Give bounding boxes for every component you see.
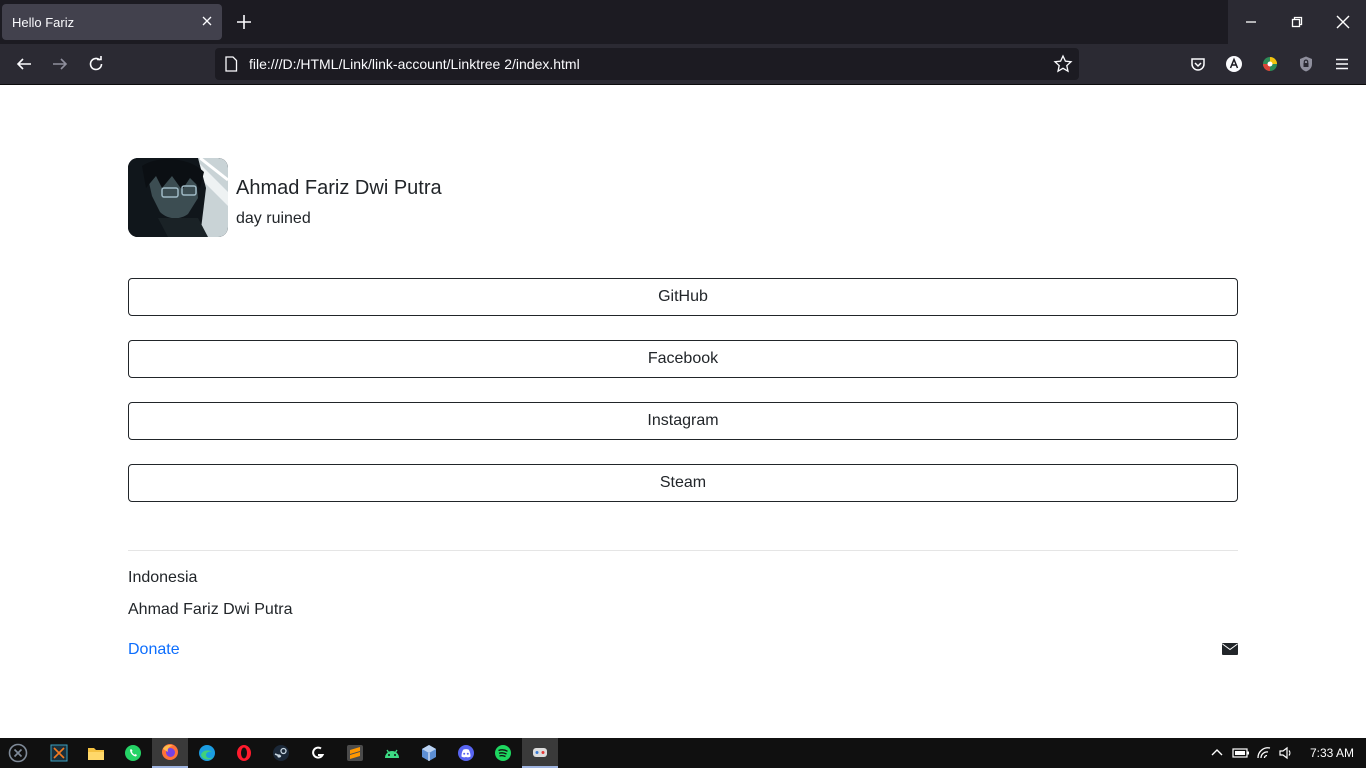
logitech-icon <box>312 746 325 759</box>
footer-author: Ahmad Fariz Dwi Putra <box>128 601 293 618</box>
minimize-button[interactable] <box>1228 0 1274 44</box>
account-avatar-icon <box>1226 56 1242 72</box>
reload-button[interactable] <box>86 54 106 74</box>
pocket-icon <box>1191 58 1205 71</box>
hamburger-menu-icon <box>1336 58 1348 70</box>
taskbar-android-studio[interactable] <box>374 738 410 768</box>
taskbar-discord[interactable] <box>448 738 484 768</box>
discord-icon <box>458 745 474 761</box>
virtualbox-icon <box>422 745 436 761</box>
taskbar-opera-gx[interactable] <box>226 738 262 768</box>
footer-country: Indonesia <box>128 569 198 586</box>
system-tray <box>1210 738 1294 768</box>
profile-name: Ahmad Fariz Dwi Putra <box>236 177 442 199</box>
taskbar-logitech[interactable] <box>300 738 336 768</box>
bookmark-star-icon[interactable] <box>1053 54 1073 74</box>
account-button[interactable] <box>1224 54 1244 74</box>
tab-title: Hello Fariz <box>12 15 75 30</box>
close-window-button[interactable] <box>1320 0 1366 44</box>
taskbar-spotify[interactable] <box>485 738 521 768</box>
edge-icon <box>199 745 215 761</box>
forward-button[interactable] <box>50 54 70 74</box>
battery-icon[interactable] <box>1232 746 1250 760</box>
file-explorer-icon <box>88 748 104 760</box>
restore-icon <box>1291 16 1303 28</box>
privacy-button[interactable] <box>1296 54 1316 74</box>
taskbar-xampp[interactable] <box>41 738 77 768</box>
volume-icon[interactable] <box>1278 746 1294 760</box>
opera-gx-icon <box>237 745 251 761</box>
sublime-text-icon <box>347 745 363 761</box>
pocket-button[interactable] <box>1188 54 1208 74</box>
browser-tab-bar: Hello Fariz <box>0 0 1366 44</box>
back-button[interactable] <box>14 54 34 74</box>
taskbar-file-explorer[interactable] <box>78 738 114 768</box>
github-link-button[interactable]: GitHub <box>128 278 1238 316</box>
wifi-icon[interactable] <box>1256 746 1272 760</box>
steam-link-button[interactable]: Steam <box>128 464 1238 502</box>
game-icon <box>533 748 547 757</box>
new-tab-icon[interactable] <box>234 12 254 32</box>
page-icon <box>225 56 238 72</box>
android-studio-icon <box>385 749 399 758</box>
footer-divider <box>128 550 1238 551</box>
arrow-left-icon <box>16 58 31 70</box>
firefox-icon <box>162 744 178 760</box>
menu-button[interactable] <box>1332 54 1352 74</box>
taskbar-game-app[interactable] <box>522 738 558 768</box>
reload-icon <box>89 56 103 71</box>
profile-bio: day ruined <box>236 210 311 227</box>
colorful-extension-icon <box>1263 57 1277 71</box>
spotify-icon <box>495 745 511 761</box>
close-icon <box>1336 15 1350 29</box>
taskbar-edge[interactable] <box>189 738 225 768</box>
taskbar-whatsapp[interactable] <box>115 738 151 768</box>
taskbar-steam[interactable] <box>263 738 299 768</box>
facebook-link-button[interactable]: Facebook <box>128 340 1238 378</box>
minimize-icon <box>1246 21 1256 23</box>
windows-taskbar: 7:33 AM <box>0 738 1366 768</box>
restore-button[interactable] <box>1274 0 1320 44</box>
donate-link[interactable]: Donate <box>128 641 180 659</box>
close-tab-icon[interactable] <box>200 14 214 28</box>
taskbar-firefox[interactable] <box>152 738 188 768</box>
xampp-icon <box>50 744 68 762</box>
start-icon <box>8 743 28 763</box>
avatar <box>128 158 228 237</box>
extension-button[interactable] <box>1260 54 1280 74</box>
browser-toolbar: file:///D:/HTML/Link/link-account/Linktr… <box>0 44 1366 85</box>
taskbar-sublime-text[interactable] <box>337 738 373 768</box>
chevron-up-icon[interactable] <box>1210 746 1224 760</box>
browser-tab[interactable]: Hello Fariz <box>2 4 222 40</box>
taskbar-virtualbox[interactable] <box>411 738 447 768</box>
start-button[interactable] <box>0 738 36 768</box>
whatsapp-icon <box>125 745 141 761</box>
steam-icon <box>273 745 289 761</box>
clock[interactable]: 7:33 AM <box>1310 746 1354 760</box>
shield-lock-icon <box>1300 56 1312 72</box>
url-text: file:///D:/HTML/Link/link-account/Linktr… <box>249 56 580 72</box>
arrow-right-icon <box>53 58 68 70</box>
envelope-icon[interactable] <box>1222 642 1238 656</box>
instagram-link-button[interactable]: Instagram <box>128 402 1238 440</box>
profile-header: Ahmad Fariz Dwi Putra day ruined <box>128 158 728 237</box>
anime-avatar-image <box>128 158 228 237</box>
address-bar[interactable]: file:///D:/HTML/Link/link-account/Linktr… <box>215 48 1079 80</box>
